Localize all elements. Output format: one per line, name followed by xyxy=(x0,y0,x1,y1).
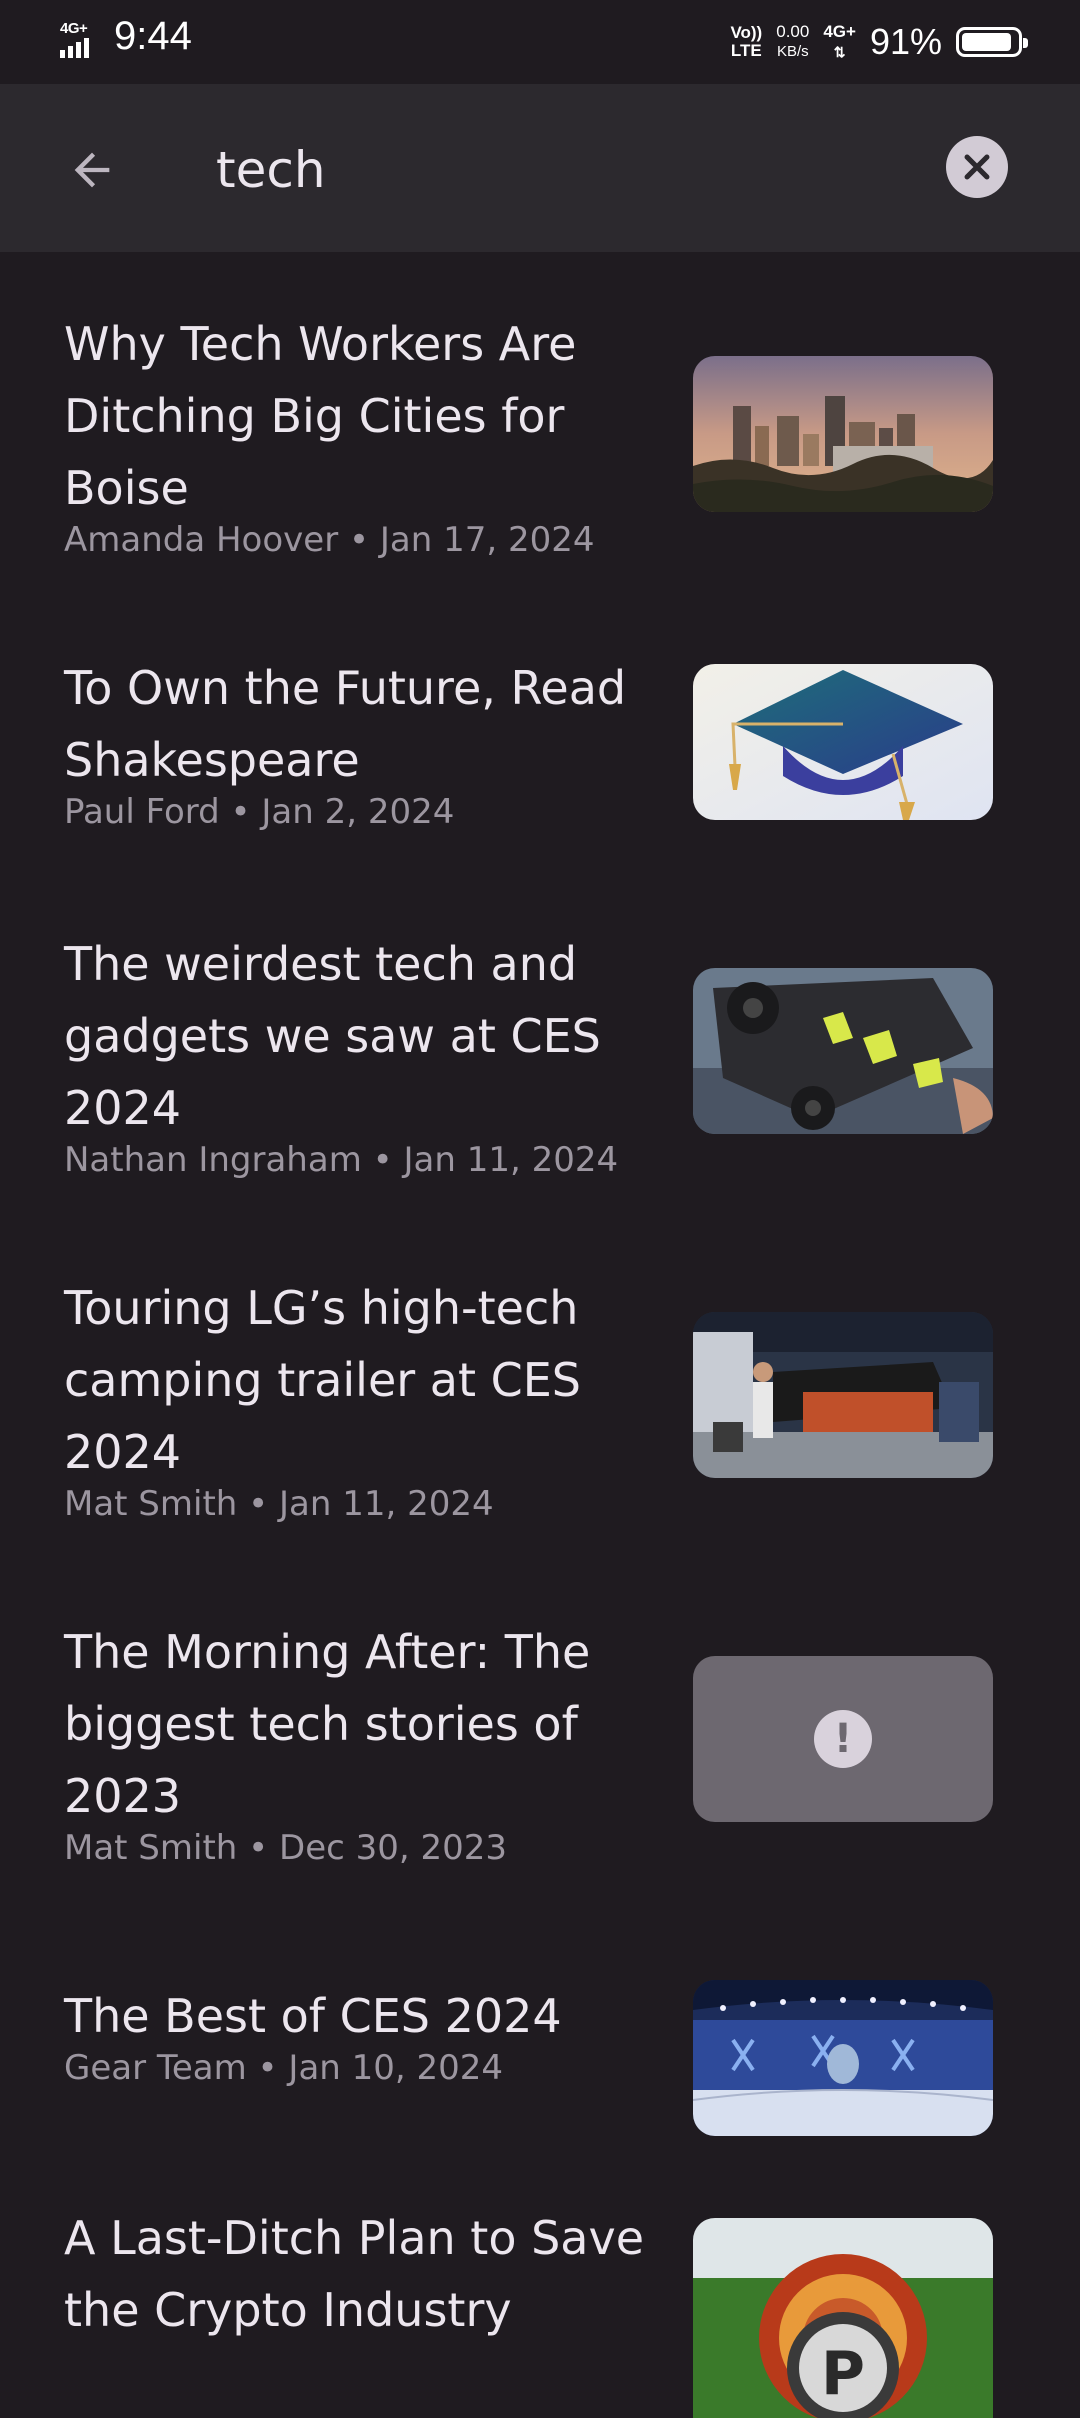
close-icon xyxy=(964,154,990,180)
network-speed: 0.00 KB/s xyxy=(776,22,809,62)
result-title: To Own the Future, Read Shakespeare xyxy=(64,661,627,787)
crypto-coin-image: P xyxy=(693,2218,993,2418)
clear-search-button[interactable] xyxy=(946,136,1008,198)
battery-tip xyxy=(1023,38,1028,48)
mobile-data-icon: 4G+ ⇅ xyxy=(823,22,856,62)
status-time: 9:44 xyxy=(114,14,192,58)
data-activity-arrows-icon: ⇅ xyxy=(833,44,846,60)
result-text: To Own the Future, Read Shakespeare Paul… xyxy=(64,652,654,834)
result-meta: Mat Smith • Jan 11, 2024 xyxy=(64,1484,494,1524)
result-meta: Amanda Hoover • Jan 17, 2024 xyxy=(64,520,595,560)
network-type-label: 4G+ xyxy=(60,20,88,37)
ces-stage-image xyxy=(693,1980,993,2136)
network-type-2-label: 4G+ xyxy=(823,22,856,41)
result-title: The weirdest tech and gadgets we saw at … xyxy=(64,937,601,1135)
network-speed-unit: KB/s xyxy=(776,43,809,60)
arrow-left-icon xyxy=(74,152,110,188)
result-meta: Paul Ford • Jan 2, 2024 xyxy=(64,792,455,832)
result-title: Touring LG’s high-tech camping trailer a… xyxy=(64,1281,582,1479)
volte-top-label: Vo)) xyxy=(730,23,763,42)
result-thumbnail xyxy=(693,1312,993,1478)
city-skyline-image xyxy=(693,356,993,512)
result-title: The Morning After: The biggest tech stor… xyxy=(64,1625,591,1823)
result-text: Touring LG’s high-tech camping trailer a… xyxy=(64,1272,654,1526)
result-text: The Morning After: The biggest tech stor… xyxy=(64,1616,654,1870)
result-title: Why Tech Workers Are Ditching Big Cities… xyxy=(64,317,577,515)
result-text: Why Tech Workers Are Ditching Big Cities… xyxy=(64,308,654,562)
result-thumbnail: P xyxy=(693,2218,993,2418)
result-meta: Mat Smith • Dec 30, 2023 xyxy=(64,1828,508,1868)
battery-percent: 91% xyxy=(869,21,942,62)
battery-fill xyxy=(962,33,1011,51)
network-speed-value: 0.00 xyxy=(776,22,810,41)
result-thumbnail xyxy=(693,1980,993,2136)
result-title: A Last-Ditch Plan to Save the Crypto Ind… xyxy=(64,2211,645,2337)
result-title: The Best of CES 2024 xyxy=(64,1989,562,2043)
gadget-wheels-image xyxy=(693,968,993,1134)
back-button[interactable] xyxy=(52,130,132,210)
volte-bottom-label: LTE xyxy=(730,41,762,60)
camping-trailer-image xyxy=(693,1312,993,1478)
image-error-icon: ! xyxy=(814,1710,872,1768)
status-bar: 4G+ 9:44 Vo)) LTE 0.00 KB/s 4G+ ⇅ 91% xyxy=(0,0,1080,84)
search-header xyxy=(0,84,1080,252)
result-text: The weirdest tech and gadgets we saw at … xyxy=(64,928,654,1182)
cellular-signal-icon: 4G+ xyxy=(60,20,106,60)
graduation-cap-image xyxy=(693,664,993,820)
result-text: A Last-Ditch Plan to Save the Crypto Ind… xyxy=(64,2202,674,2346)
result-thumbnail xyxy=(693,968,993,1134)
search-input[interactable] xyxy=(216,134,916,206)
result-text: The Best of CES 2024 Gear Team • Jan 10,… xyxy=(64,1980,654,2090)
volte-icon: Vo)) LTE xyxy=(730,24,762,60)
status-indicators: Vo)) LTE 0.00 KB/s 4G+ ⇅ 91% xyxy=(730,14,1028,70)
result-meta: Nathan Ingraham • Jan 11, 2024 xyxy=(64,1140,619,1180)
result-thumbnail xyxy=(693,664,993,820)
result-thumbnail: ! xyxy=(693,1656,993,1822)
result-thumbnail xyxy=(693,356,993,512)
svg-text:P: P xyxy=(821,2339,865,2409)
result-meta: Gear Team • Jan 10, 2024 xyxy=(64,2048,504,2088)
battery-icon xyxy=(956,27,1028,57)
